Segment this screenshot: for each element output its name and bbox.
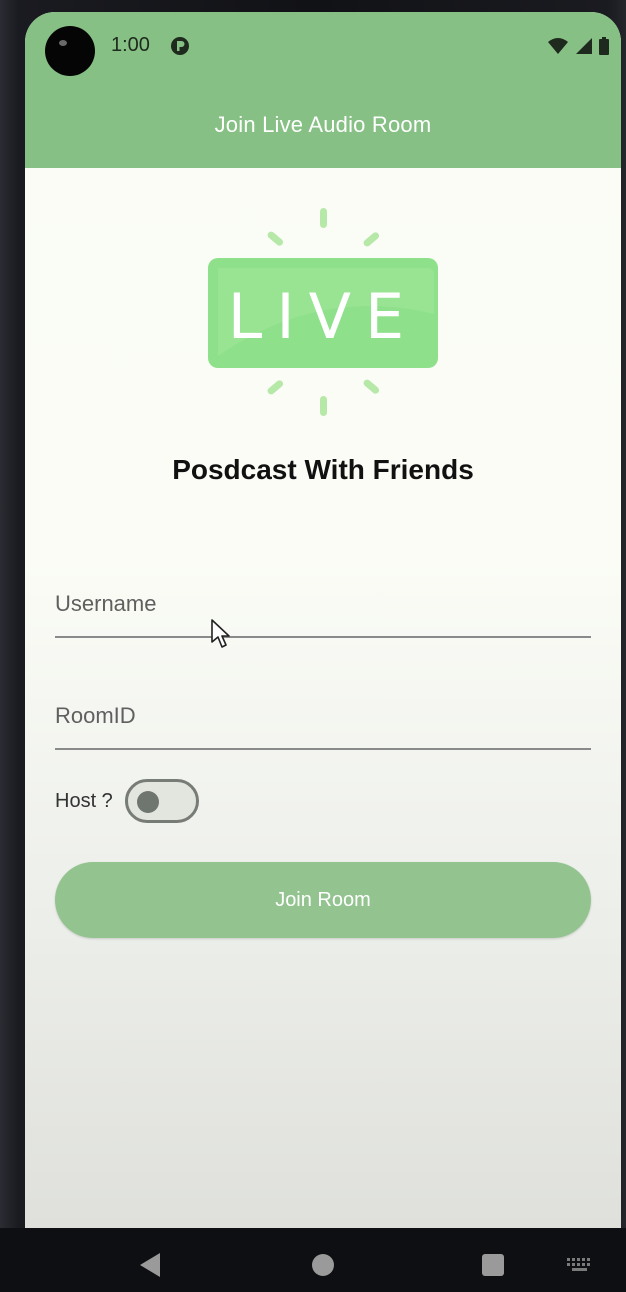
back-icon[interactable] bbox=[138, 1252, 162, 1278]
home-icon[interactable] bbox=[312, 1254, 334, 1276]
wifi-icon bbox=[548, 38, 568, 54]
host-toggle-knob bbox=[136, 791, 159, 813]
username-field[interactable] bbox=[55, 576, 591, 638]
app-bar-title: Join Live Audio Room bbox=[214, 112, 432, 137]
front-camera bbox=[45, 26, 95, 76]
screen: 1:00 Join Live Audio Room LIVE Posdcast … bbox=[25, 12, 621, 1228]
status-bar: 1:00 bbox=[25, 12, 621, 80]
page-headline: Posdcast With Friends bbox=[172, 454, 474, 485]
room-id-input[interactable] bbox=[55, 688, 591, 744]
device-frame: 1:00 Join Live Audio Room LIVE Posdcast … bbox=[0, 0, 626, 1292]
host-toggle[interactable] bbox=[124, 779, 199, 823]
mouse-cursor-icon bbox=[211, 619, 230, 648]
keyboard-icon[interactable] bbox=[567, 1258, 593, 1272]
battery-icon bbox=[599, 37, 609, 55]
recents-icon[interactable] bbox=[482, 1254, 504, 1276]
app-bar: 1:00 Join Live Audio Room bbox=[25, 12, 621, 168]
live-logo-text: LIVE bbox=[228, 280, 418, 353]
join-room-button[interactable]: Join Room bbox=[55, 862, 591, 938]
signal-icon bbox=[576, 38, 592, 54]
live-logo: LIVE bbox=[208, 208, 438, 416]
status-time: 1:00 bbox=[111, 34, 150, 56]
notification-app-icon bbox=[171, 37, 189, 55]
system-nav-bar bbox=[0, 1228, 626, 1292]
status-icons bbox=[547, 36, 609, 56]
room-id-field[interactable] bbox=[55, 688, 591, 750]
host-toggle-row: Host ? bbox=[55, 776, 199, 826]
username-input[interactable] bbox=[55, 576, 591, 632]
host-label: Host ? bbox=[55, 789, 113, 812]
